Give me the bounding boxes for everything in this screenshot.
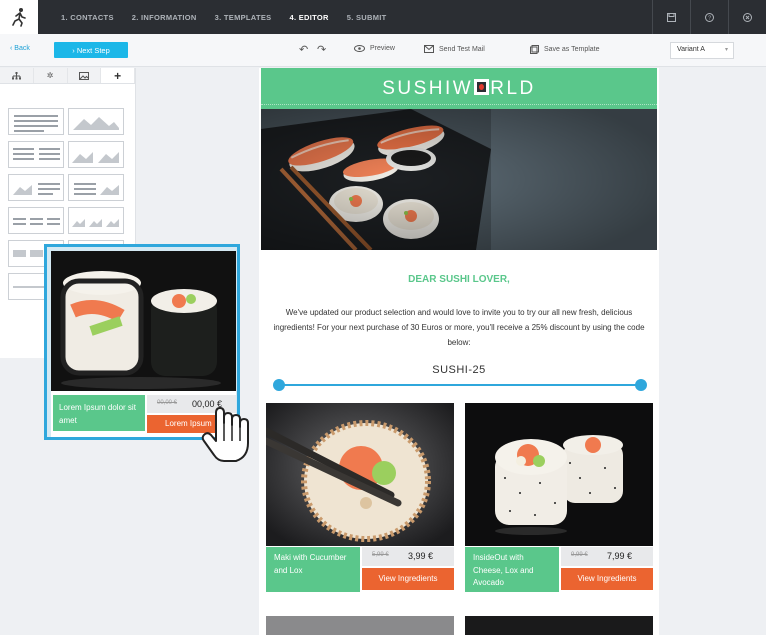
price-box[interactable]: 9,99 € 7,99 € [561,547,653,566]
module-two-column-text[interactable] [8,141,64,168]
wizard-steps: 1. CONTACTS 2. INFORMATION 3. TEMPLATES … [38,0,652,34]
grab-cursor-icon [201,407,249,462]
module-image-left-text[interactable] [8,174,64,201]
old-price: 5,99 € [372,552,389,558]
undo-icon[interactable]: ↶ [299,43,308,56]
discount-code[interactable]: SUSHI-25 [259,364,659,376]
preview-label: Preview [370,45,395,52]
top-nav: 1. CONTACTS 2. INFORMATION 3. TEMPLATES … [0,0,766,34]
app-logo[interactable] [0,0,38,34]
template-icon [530,45,539,54]
save-template-label: Save as Template [544,46,600,53]
next-product-image[interactable] [266,616,454,635]
close-icon[interactable] [728,0,766,34]
brand-text-start: SUSHIW [382,78,474,99]
module-two-images[interactable] [68,141,124,168]
maki-chopsticks-photo [266,403,454,546]
mail-icon [424,45,434,53]
price-box[interactable]: 5,99 € 3,99 € [362,547,454,566]
back-link[interactable]: ‹ Back [10,45,30,52]
step-submit[interactable]: 5. SUBMIT [347,13,387,22]
chevron-down-icon: ▾ [724,47,728,53]
module-product-name[interactable]: Lorem Ipsum dolor sit amet [53,395,145,431]
module-image-block[interactable] [68,108,124,135]
product-card[interactable]: InsideOut with Cheese, Lox and Avocado 9… [465,403,653,593]
brand-text-end: RLD [490,78,536,99]
product-name[interactable]: Maki with Cucumber and Lox [266,547,360,592]
view-ingredients-button[interactable]: View Ingredients [362,568,454,590]
sushi-o-icon [474,79,490,95]
save-as-template-button[interactable]: Save as Template [530,45,600,54]
module-product-image [51,251,236,391]
variant-select[interactable]: Variant A ▾ [670,42,734,59]
hero-image[interactable] [261,109,657,250]
divider-line[interactable] [279,384,641,386]
step-information[interactable]: 2. INFORMATION [132,13,197,22]
send-test-mail-button[interactable]: Send Test Mail [424,45,485,53]
save-icon[interactable] [652,0,690,34]
image-icon[interactable] [67,68,102,83]
next-step-label: Next Step [76,45,110,55]
preview-button[interactable]: Preview [354,45,395,52]
module-old-price: 00,00 € [157,400,178,406]
email-canvas: SUSHIW RLD DEAR SUSHI LOVER, We've updat… [259,68,659,635]
step-editor[interactable]: 4. EDITOR [289,13,328,22]
editor-toolbar: ‹ Back › Next Step ↶ ↷ Preview Send Test… [0,34,766,67]
divider-handle-right[interactable] [635,379,647,391]
svg-text:?: ? [708,15,711,21]
email-greeting[interactable]: DEAR SUSHI LOVER, [259,274,659,285]
eye-icon [354,45,365,52]
current-price: 3,99 € [408,551,434,561]
insideout-rolls-photo [465,403,653,546]
module-three-column-text[interactable] [8,207,64,234]
module-text-image-right[interactable] [68,174,124,201]
step-contacts[interactable]: 1. CONTACTS [61,13,114,22]
back-label: Back [14,45,30,52]
divider-handle-left[interactable] [273,379,285,391]
add-icon[interactable]: + [101,68,135,83]
runner-logo-icon [12,8,26,27]
panel-tabs: ✲ + [0,68,135,84]
structure-icon[interactable] [0,68,34,83]
product-image [266,403,454,546]
next-product-image[interactable] [465,616,653,635]
sushi-platter-photo [261,109,657,250]
help-icon[interactable]: ? [690,0,728,34]
maki-rolls-photo [51,251,236,391]
old-price: 9,99 € [571,552,588,558]
view-ingredients-button[interactable]: View Ingredients [561,568,653,590]
step-templates[interactable]: 3. TEMPLATES [215,13,272,22]
next-step-button[interactable]: › Next Step [54,42,128,58]
settings-icon[interactable]: ✲ [33,68,68,83]
product-name[interactable]: InsideOut with Cheese, Lox and Avocado [465,547,559,592]
current-price: 7,99 € [607,551,633,561]
email-header[interactable]: SUSHIW RLD [261,68,657,109]
module-text-block[interactable] [8,108,64,135]
product-card[interactable]: Maki with Cucumber and Lox 5,99 € 3,99 €… [266,403,454,593]
send-test-label: Send Test Mail [439,45,485,53]
variant-value: Variant A [677,46,705,53]
module-three-images[interactable] [68,207,124,234]
product-image [465,403,653,546]
email-body-text[interactable]: We've updated our product selection and … [267,305,651,350]
redo-icon[interactable]: ↷ [317,43,326,56]
